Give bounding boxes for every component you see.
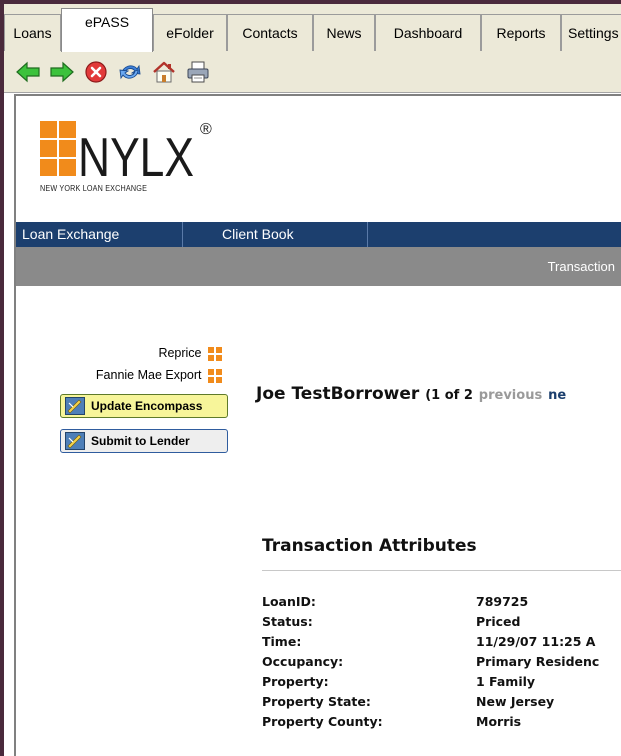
toolbar: [4, 52, 621, 93]
stop-icon[interactable]: [82, 58, 110, 86]
attribute-value: New Jersey: [476, 694, 555, 709]
attribute-value: Priced: [476, 614, 521, 629]
application-window: Loans ePASS eFolder Contacts News Dashbo…: [0, 0, 621, 756]
attribute-value: 789725: [476, 594, 529, 609]
attributes-divider: [262, 570, 621, 571]
refresh-icon[interactable]: [116, 58, 144, 86]
borrower-name: Joe TestBorrower: [256, 384, 420, 404]
tab-epass[interactable]: ePASS: [61, 8, 153, 52]
attribute-label: Status:: [262, 614, 313, 629]
submit-to-lender-label: Submit to Lender: [91, 434, 190, 448]
nylx-logo-mark: NYLX ®: [40, 121, 212, 188]
nav-client-book[interactable]: Client Book: [216, 222, 294, 247]
reprice-label[interactable]: Reprice: [158, 346, 201, 360]
reprice-icon[interactable]: [208, 346, 222, 361]
tab-loans[interactable]: Loans: [4, 14, 61, 51]
transaction-attributes-title: Transaction Attributes: [262, 536, 477, 556]
borrower-position: (1 of 2: [425, 388, 473, 403]
home-icon[interactable]: [150, 58, 178, 86]
nav-loan-exchange[interactable]: Loan Exchange: [16, 222, 119, 247]
attribute-label: Property:: [262, 674, 329, 689]
main-nav: Loan Exchange Client Book: [16, 222, 621, 247]
print-icon[interactable]: [184, 58, 212, 86]
attribute-label: LoanID:: [262, 594, 316, 609]
attribute-label: Property County:: [262, 714, 383, 729]
attribute-value: Primary Residenc: [476, 654, 600, 669]
fannie-mae-export-label[interactable]: Fannie Mae Export: [96, 368, 202, 382]
tab-contacts[interactable]: Contacts: [227, 14, 313, 51]
next-link[interactable]: ne: [548, 388, 566, 403]
attribute-label: Property State:: [262, 694, 371, 709]
fannie-mae-export-icon[interactable]: [208, 368, 222, 383]
encompass-icon: [65, 397, 85, 415]
nav-separator: [182, 222, 183, 247]
back-arrow-icon[interactable]: [14, 58, 42, 86]
reprice-link[interactable]: Reprice: [158, 346, 222, 361]
logo-wordmark: NYLX: [78, 126, 194, 186]
tab-news[interactable]: News: [313, 14, 375, 51]
tab-dashboard[interactable]: Dashboard: [375, 14, 481, 51]
tab-reports[interactable]: Reports: [481, 14, 561, 51]
section-bar-title: Transaction: [547, 259, 615, 274]
attribute-label: Occupancy:: [262, 654, 344, 669]
nav-separator: [367, 222, 368, 247]
tab-settings[interactable]: Settings: [561, 14, 621, 51]
attribute-value: 1 Family: [476, 674, 536, 689]
forward-arrow-icon[interactable]: [48, 58, 76, 86]
previous-link[interactable]: previous: [479, 388, 542, 403]
encompass-icon: [65, 432, 85, 450]
attribute-label: Time:: [262, 634, 302, 649]
logo-tagline: NEW YORK LOAN EXCHANGE: [40, 184, 148, 193]
registered-mark: ®: [200, 121, 212, 138]
borrower-heading: Joe TestBorrower (1 of 2 previous ne: [256, 384, 566, 404]
section-bar: Transaction: [16, 247, 621, 286]
submit-to-lender-button[interactable]: Submit to Lender: [60, 429, 228, 453]
attribute-value: Morris: [476, 714, 522, 729]
content-panel: NYLX ® NEW YORK LOAN EXCHANGE Loan Excha…: [14, 94, 621, 756]
update-encompass-label: Update Encompass: [91, 399, 203, 413]
update-encompass-button[interactable]: Update Encompass: [60, 394, 228, 418]
tab-bar: Loans ePASS eFolder Contacts News Dashbo…: [4, 4, 621, 53]
fannie-mae-export-link[interactable]: Fannie Mae Export: [96, 368, 222, 383]
tab-efolder[interactable]: eFolder: [153, 14, 227, 51]
attribute-value: 11/29/07 11:25 A: [476, 634, 596, 649]
